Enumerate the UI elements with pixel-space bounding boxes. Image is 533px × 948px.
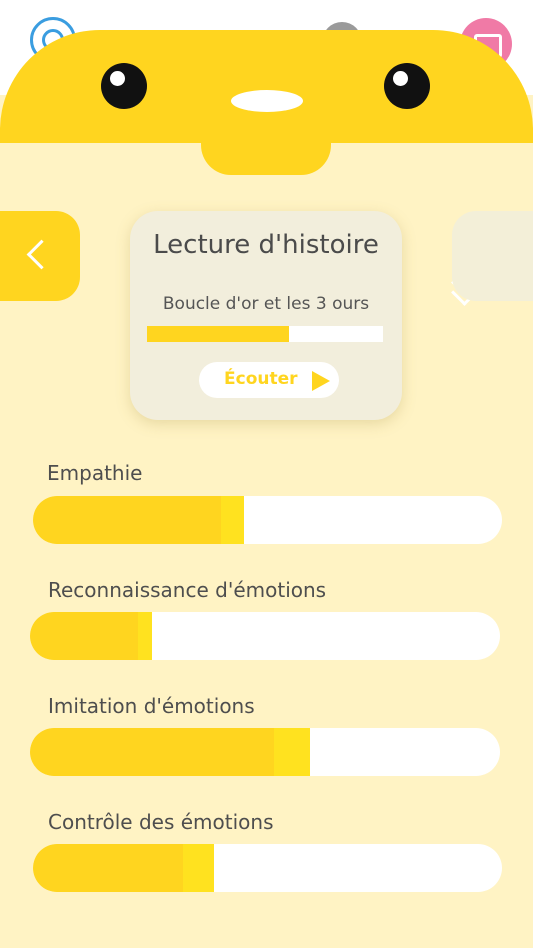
activity-title: Lecture d'histoire [153,230,379,260]
activity-card[interactable]: Lecture d'histoire Boucle d'or et les 3 … [130,211,402,420]
left-eye-icon [101,63,147,109]
right-eye-icon [384,63,430,109]
skill-fill [30,612,139,660]
skill-label-imitation: Imitation d'émotions [48,694,255,718]
skill-fill-tip [274,728,310,776]
skill-fill [33,844,184,892]
previous-button[interactable] [0,211,80,301]
skill-bar-controle [33,844,502,892]
listen-label: Écouter [224,369,298,389]
skill-label-reconnaissance: Reconnaissance d'émotions [48,578,327,602]
mascot-header [0,30,533,143]
skill-bar-imitation [30,728,500,776]
skill-fill-tip [138,612,153,660]
next-activity-card[interactable] [452,211,533,301]
skill-bar-empathie [33,496,502,544]
skill-fill-tip [183,844,214,892]
skill-fill-tip [220,496,245,544]
skill-fill [33,496,221,544]
story-title: Boucle d'or et les 3 ours [162,294,370,314]
chevron-left-icon [26,239,57,270]
play-icon [312,371,330,391]
nose-icon [231,90,303,112]
skill-bar-reconnaissance [30,612,500,660]
skill-label-controle: Contrôle des émotions [48,810,274,834]
listen-button[interactable]: Écouter [199,362,339,398]
skill-fill [30,728,275,776]
skill-label-empathie: Empathie [47,461,143,485]
story-progress-bar [147,326,383,342]
collapse-tab[interactable] [201,140,478,306]
story-progress-fill [147,326,289,342]
